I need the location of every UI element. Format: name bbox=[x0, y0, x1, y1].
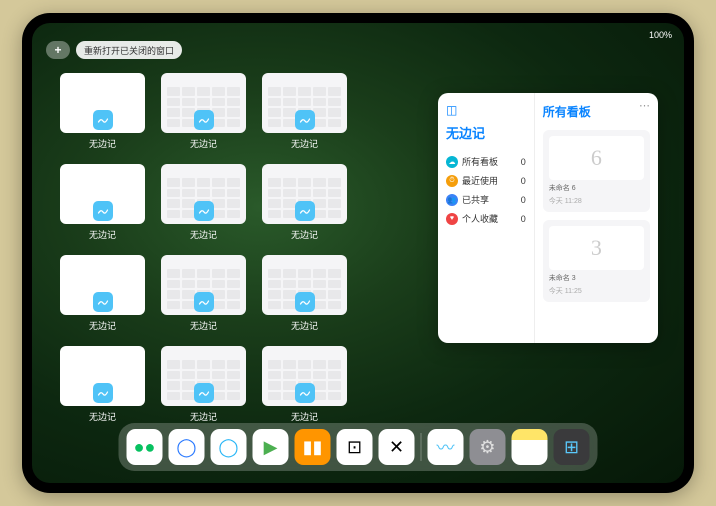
freeform-app-icon bbox=[93, 201, 113, 221]
window-label: 无边记 bbox=[291, 319, 318, 332]
panel-sidebar: ◫ 无边记 ☁ 所有看板 0 ⏱ 最近使用 0 👥 已共享 0 ♥ 个人收藏 0 bbox=[438, 93, 535, 343]
window-label: 无边记 bbox=[291, 228, 318, 241]
window-thumbnail[interactable] bbox=[161, 164, 246, 224]
window-thumbnail[interactable] bbox=[262, 255, 347, 315]
freeform-app-icon bbox=[194, 292, 214, 312]
window-item[interactable]: 无边记 bbox=[60, 255, 145, 332]
dock-app-qqbrowser[interactable]: ◯ bbox=[211, 429, 247, 465]
dock-app-freeform[interactable]: 〰 bbox=[428, 429, 464, 465]
board-name: 未命名 6 bbox=[549, 183, 644, 193]
window-label: 无边记 bbox=[190, 319, 217, 332]
category-icon: ⏱ bbox=[446, 175, 458, 187]
screen: 100% + 重新打开已关闭的窗口 无边记无边记无边记无边记无边记无边记无边记无… bbox=[32, 23, 684, 483]
window-item[interactable]: 无边记 bbox=[262, 255, 347, 332]
more-icon[interactable]: ⋯ bbox=[639, 99, 650, 112]
dock-app-notes[interactable] bbox=[512, 429, 548, 465]
sidebar-item-label: 最近使用 bbox=[462, 174, 498, 187]
window-item[interactable]: 无边记 bbox=[60, 164, 145, 241]
add-window-button[interactable]: + bbox=[46, 41, 70, 59]
freeform-app-icon bbox=[194, 383, 214, 403]
window-thumbnail[interactable] bbox=[262, 164, 347, 224]
board-card[interactable]: 6 未命名 6 今天 11:28 bbox=[543, 130, 650, 212]
freeform-app-icon bbox=[194, 201, 214, 221]
sidebar-item-label: 已共享 bbox=[462, 193, 489, 206]
window-label: 无边记 bbox=[190, 228, 217, 241]
window-label: 无边记 bbox=[190, 137, 217, 150]
freeform-app-icon bbox=[295, 383, 315, 403]
board-card[interactable]: 3 未命名 3 今天 11:25 bbox=[543, 220, 650, 302]
panel-title: 无边记 bbox=[446, 123, 526, 142]
dock-app-multitask[interactable]: ⊞ bbox=[554, 429, 590, 465]
freeform-app-icon bbox=[295, 110, 315, 130]
window-label: 无边记 bbox=[291, 410, 318, 423]
sidebar-item-count: 0 bbox=[521, 176, 526, 186]
window-thumbnail[interactable] bbox=[60, 164, 145, 224]
window-item[interactable]: 无边记 bbox=[161, 255, 246, 332]
sidebar-item-label: 所有看板 bbox=[462, 155, 498, 168]
window-label: 无边记 bbox=[89, 228, 116, 241]
board-preview: 3 bbox=[549, 226, 644, 270]
window-thumbnail[interactable] bbox=[60, 73, 145, 133]
dock-separator bbox=[421, 433, 422, 461]
dock-app-wechat[interactable]: ●● bbox=[127, 429, 163, 465]
dock-app-share[interactable]: ✕ bbox=[379, 429, 415, 465]
panel-content: 所有看板 6 未命名 6 今天 11:28 3 未命名 3 今天 11:25 bbox=[535, 93, 658, 343]
sidebar-item-最近使用[interactable]: ⏱ 最近使用 0 bbox=[446, 171, 526, 190]
window-item[interactable]: 无边记 bbox=[262, 73, 347, 150]
freeform-app-icon bbox=[93, 110, 113, 130]
window-thumbnail[interactable] bbox=[161, 346, 246, 406]
top-chips: + 重新打开已关闭的窗口 bbox=[46, 41, 182, 59]
window-item[interactable]: 无边记 bbox=[60, 73, 145, 150]
board-preview: 6 bbox=[549, 136, 644, 180]
sidebar-item-count: 0 bbox=[521, 195, 526, 205]
window-label: 无边记 bbox=[190, 410, 217, 423]
window-item[interactable]: 无边记 bbox=[161, 164, 246, 241]
board-time: 今天 11:28 bbox=[549, 196, 644, 206]
window-item[interactable]: 无边记 bbox=[161, 346, 246, 423]
status-battery: 100% bbox=[649, 30, 672, 40]
freeform-panel[interactable]: ⋯ ◫ 无边记 ☁ 所有看板 0 ⏱ 最近使用 0 👥 已共享 0 ♥ 个人收藏 0 所… bbox=[438, 93, 658, 343]
window-grid: 无边记无边记无边记无边记无边记无边记无边记无边记无边记无边记无边记无边记 bbox=[60, 73, 347, 423]
dock-app-dice[interactable]: ⊡ bbox=[337, 429, 373, 465]
freeform-app-icon bbox=[93, 383, 113, 403]
sidebar-item-count: 0 bbox=[521, 214, 526, 224]
window-thumbnail[interactable] bbox=[161, 73, 246, 133]
window-thumbnail[interactable] bbox=[60, 346, 145, 406]
sidebar-item-个人收藏[interactable]: ♥ 个人收藏 0 bbox=[446, 209, 526, 228]
sidebar-item-所有看板[interactable]: ☁ 所有看板 0 bbox=[446, 152, 526, 171]
sidebar-toggle-icon[interactable]: ◫ bbox=[446, 103, 526, 117]
dock-app-quark[interactable]: ◯ bbox=[169, 429, 205, 465]
window-thumbnail[interactable] bbox=[262, 73, 347, 133]
window-item[interactable]: 无边记 bbox=[60, 346, 145, 423]
window-thumbnail[interactable] bbox=[161, 255, 246, 315]
freeform-app-icon bbox=[295, 292, 315, 312]
board-time: 今天 11:25 bbox=[549, 286, 644, 296]
window-label: 无边记 bbox=[89, 319, 116, 332]
panel-right-title: 所有看板 bbox=[543, 103, 650, 120]
sidebar-item-count: 0 bbox=[521, 157, 526, 167]
window-label: 无边记 bbox=[291, 137, 318, 150]
freeform-app-icon bbox=[93, 292, 113, 312]
window-item[interactable]: 无边记 bbox=[262, 164, 347, 241]
window-label: 无边记 bbox=[89, 137, 116, 150]
window-item[interactable]: 无边记 bbox=[262, 346, 347, 423]
window-thumbnail[interactable] bbox=[262, 346, 347, 406]
ipad-frame: 100% + 重新打开已关闭的窗口 无边记无边记无边记无边记无边记无边记无边记无… bbox=[22, 13, 694, 493]
category-icon: 👥 bbox=[446, 194, 458, 206]
sidebar-item-label: 个人收藏 bbox=[462, 212, 498, 225]
dock-app-books[interactable]: ▮▮ bbox=[295, 429, 331, 465]
window-item[interactable]: 无边记 bbox=[161, 73, 246, 150]
dock: ●●◯◯▶▮▮⊡✕〰⚙⊞ bbox=[119, 423, 598, 471]
dock-app-play[interactable]: ▶ bbox=[253, 429, 289, 465]
category-icon: ☁ bbox=[446, 156, 458, 168]
freeform-app-icon bbox=[194, 110, 214, 130]
board-name: 未命名 3 bbox=[549, 273, 644, 283]
dock-app-settings[interactable]: ⚙ bbox=[470, 429, 506, 465]
sidebar-item-已共享[interactable]: 👥 已共享 0 bbox=[446, 190, 526, 209]
freeform-app-icon bbox=[295, 201, 315, 221]
reopen-closed-window-button[interactable]: 重新打开已关闭的窗口 bbox=[76, 41, 182, 59]
window-thumbnail[interactable] bbox=[60, 255, 145, 315]
window-label: 无边记 bbox=[89, 410, 116, 423]
category-icon: ♥ bbox=[446, 213, 458, 225]
